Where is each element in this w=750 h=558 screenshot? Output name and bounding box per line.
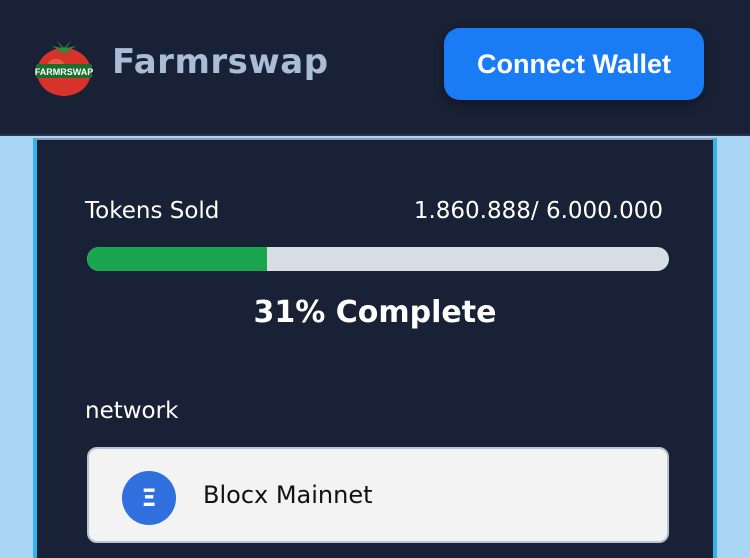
brand-name: Farmrswap (112, 42, 329, 82)
tokens-sold-label: Tokens Sold (85, 198, 220, 224)
farmrswap-logo[interactable]: FARMRSWAP (32, 34, 96, 98)
blocx-icon: Ξ (122, 471, 176, 525)
connect-wallet-button[interactable]: Connect Wallet (444, 28, 704, 100)
presale-card: Tokens Sold 1.860.888/ 6.000.000 31% Com… (33, 138, 717, 558)
header: FARMRSWAP Farmrswap Connect Wallet (0, 0, 750, 136)
svg-text:FARMRSWAP: FARMRSWAP (35, 67, 94, 77)
network-selector[interactable]: Ξ Blocx Mainnet (87, 447, 669, 543)
progress-percent-text: 31% Complete (253, 295, 497, 330)
network-name: Blocx Mainnet (203, 481, 373, 509)
sale-progress-bar (87, 247, 669, 271)
tokens-sold-value: 1.860.888/ 6.000.000 (413, 198, 663, 224)
network-label: network (85, 398, 179, 424)
progress-fill (87, 247, 268, 271)
